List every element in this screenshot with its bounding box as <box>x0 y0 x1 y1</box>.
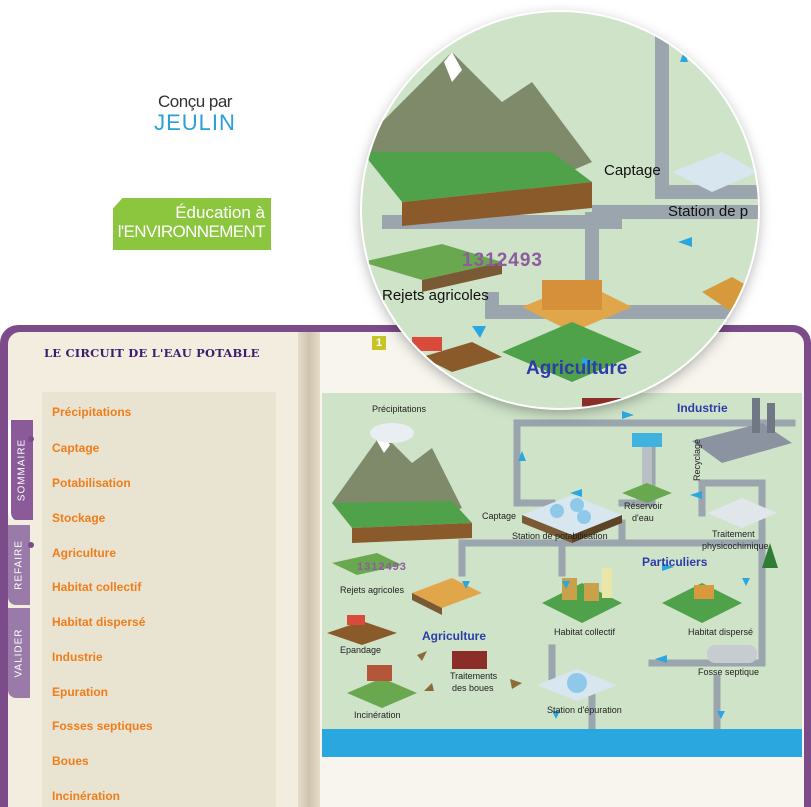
label-physicochimique: physicochimique <box>702 541 769 551</box>
menu-item-agriculture[interactable]: Agriculture <box>52 546 116 560</box>
label-des-boues: des boues <box>452 683 494 693</box>
label-agriculture: Agriculture <box>422 629 487 643</box>
factory <box>692 423 792 463</box>
incinerator <box>347 678 417 708</box>
mag-label-station: Station de p <box>668 203 749 220</box>
river <box>322 729 802 757</box>
label-particuliers: Particuliers <box>642 555 708 569</box>
menu-item-incineration[interactable]: Incinération <box>52 789 120 803</box>
menu-item-habitat-collectif[interactable]: Habitat collectif <box>52 580 141 594</box>
label-incineration: Incinération <box>354 710 401 720</box>
jeulin-text: JEULIN <box>154 110 236 135</box>
water-tower <box>632 433 662 447</box>
label-rejets-agricoles: Rejets agricoles <box>340 585 405 595</box>
tab-valider-label: VALIDER <box>13 628 25 678</box>
mag-tractor <box>412 337 442 351</box>
tab-valider[interactable]: VALIDER <box>8 608 30 698</box>
water-cycle-diagram: Précipitations Industrie Recyclage Trait… <box>322 393 802 729</box>
label-reservoir: Réservoir <box>624 501 663 511</box>
education-line-1: Éducation à <box>175 203 265 222</box>
menu-item-habitat-disperse[interactable]: Habitat dispersé <box>52 615 145 629</box>
book-spine <box>298 332 320 807</box>
label-d-eau: d'eau <box>632 513 654 523</box>
menu-item-boues[interactable]: Boues <box>52 754 89 768</box>
label-captage: Captage <box>482 511 517 521</box>
menu-item-precipitations[interactable]: Précipitations <box>52 405 131 419</box>
education-environnement-badge: Éducation à l'ENVIRONNEMENT <box>113 198 271 250</box>
septic-tank <box>707 645 757 663</box>
label-traitements: Traitements <box>450 671 498 681</box>
label-fosse-septique: Fosse septique <box>698 667 760 677</box>
label-code: 1312493 <box>357 561 407 573</box>
tab-refaire[interactable]: REFAIRE <box>8 525 30 605</box>
label-station-potabilisation: Station de potabilisation <box>512 531 608 541</box>
menu-item-captage[interactable]: Captage <box>52 441 99 455</box>
treatment-plant <box>707 498 777 528</box>
label-traitement: Traitement <box>712 529 755 539</box>
concu-par-text: Conçu par <box>158 92 232 111</box>
jeulin-logo: Conçu par JEULIN <box>130 92 260 136</box>
label-station-epuration: Station d'épuration <box>547 705 622 715</box>
tab-refaire-label: REFAIRE <box>13 540 25 590</box>
menu-item-industrie[interactable]: Industrie <box>52 650 103 664</box>
label-habitat-disperse: Habitat dispersé <box>688 627 754 637</box>
mag-label-agriculture: Agriculture <box>526 358 628 379</box>
magnifier-lens: Captage Station de p 1312493 Rejets agri… <box>362 12 758 408</box>
mag-label-code: 1312493 <box>462 250 543 271</box>
mag-label-captage: Captage <box>604 162 661 179</box>
label-recyclage: Recyclage <box>692 438 702 481</box>
sludge-treatment <box>452 651 487 669</box>
education-line-2: l'ENVIRONNEMENT <box>117 222 266 241</box>
menu-item-potabilisation[interactable]: Potabilisation <box>52 476 131 490</box>
tab-dot-2 <box>28 542 34 548</box>
menu-item-fosses-septiques[interactable]: Fosses septiques <box>52 719 153 733</box>
label-epandage: Epandage <box>340 645 382 655</box>
label-habitat-collectif: Habitat collectif <box>554 627 616 637</box>
tab-sommaire[interactable]: SOMMAIRE <box>8 420 33 520</box>
tab-dot-1 <box>28 436 34 442</box>
mag-label-rejets-agricoles: Rejets agricoles <box>382 287 489 304</box>
menu-item-stockage[interactable]: Stockage <box>52 511 105 525</box>
tab-sommaire-label: SOMMAIRE <box>16 438 28 502</box>
menu-item-epuration[interactable]: Epuration <box>52 685 108 699</box>
page-title: LE CIRCUIT DE L'EAU POTABLE <box>44 346 260 360</box>
